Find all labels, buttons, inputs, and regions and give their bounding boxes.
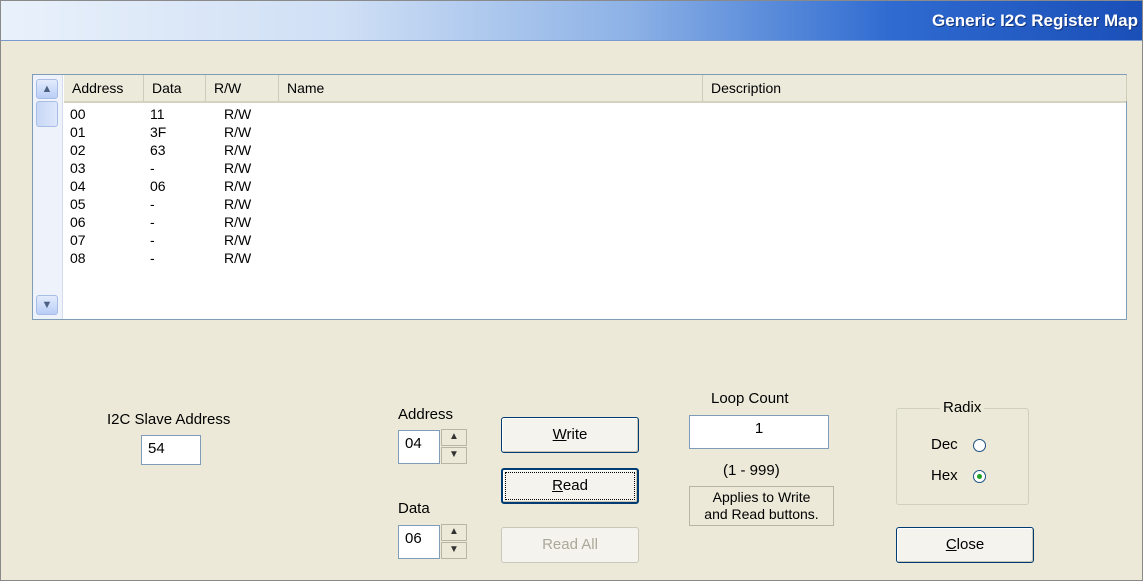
data-cell: 06 [150,178,166,194]
rw-cell: R/W [224,142,252,158]
spin-up-icon[interactable]: ▲ [441,429,467,446]
data-cell: 3F [150,124,167,140]
list-header: Address Data R/W Name Description [64,75,1127,103]
loop-count-field[interactable]: 1 [689,415,829,449]
read-button[interactable]: Read [501,468,639,504]
scroll-thumb[interactable] [36,101,58,127]
loop-note-line2: and Read buttons. [704,506,819,522]
data-cell: - [150,232,155,248]
radix-title: Radix [940,399,985,416]
address-cell: 06 [70,214,86,230]
data-cell: - [150,196,155,212]
data-field[interactable]: 06 [398,525,440,559]
radix-hex-label[interactable]: Hex [931,467,958,484]
column-header-description[interactable]: Description [703,75,1127,101]
address-label: Address [398,406,454,423]
address-cell: 04 [70,178,86,194]
loop-count-label: Loop Count [711,390,789,407]
data-cell: 63 [150,142,166,158]
rw-cell: R/W [224,106,252,122]
rw-cell: R/W [224,178,252,194]
spin-down-icon[interactable]: ▼ [441,542,467,559]
address-cell: 05 [70,196,86,212]
address-cell: 03 [70,160,86,176]
data-cell: - [150,214,155,230]
title-bar[interactable]: Generic I2C Register Map [1,1,1142,41]
data-cell: - [150,250,155,266]
column-header-rw[interactable]: R/W [206,75,279,101]
address-spinner[interactable]: ▲ ▼ [441,429,467,465]
write-button[interactable]: Write [501,417,639,453]
register-map-window: Generic I2C Register Map ▲ ▼ Address Dat… [0,0,1143,581]
spin-down-icon[interactable]: ▼ [441,447,467,464]
column-header-address[interactable]: Address [64,75,144,101]
loop-note: Applies to Write and Read buttons. [689,486,834,526]
list-scrollbar[interactable]: ▲ ▼ [33,75,63,319]
rw-cell: R/W [224,232,252,248]
slave-address-field[interactable]: 54 [141,435,201,465]
rw-cell: R/W [224,214,252,230]
read-all-button[interactable]: Read All [501,527,639,563]
window-title: Generic I2C Register Map [932,11,1138,30]
radix-hex-radio[interactable] [973,470,986,483]
spin-up-icon[interactable]: ▲ [441,524,467,541]
address-cell: 02 [70,142,86,158]
scroll-up-icon[interactable]: ▲ [36,79,58,99]
radix-dec-radio[interactable] [973,439,986,452]
data-label: Data [398,500,430,517]
address-cell: 01 [70,124,86,140]
rw-cell: R/W [224,160,252,176]
rw-cell: R/W [224,196,252,212]
address-cell: 07 [70,232,86,248]
address-cell: 08 [70,250,86,266]
column-header-name[interactable]: Name [279,75,703,101]
close-button[interactable]: Close [896,527,1034,563]
scroll-down-icon[interactable]: ▼ [36,295,58,315]
address-field[interactable]: 04 [398,430,440,464]
register-list[interactable]: ▲ ▼ Address Data R/W Name Description 00… [32,74,1127,320]
address-cell: 00 [70,106,86,122]
slave-address-label: I2C Slave Address [107,411,231,428]
radix-group: Radix Dec Hex [896,399,1029,505]
loop-range-label: (1 - 999) [723,462,780,479]
radix-dec-label[interactable]: Dec [931,436,958,453]
rw-cell: R/W [224,124,252,140]
column-header-data[interactable]: Data [144,75,206,101]
data-cell: - [150,160,155,176]
rw-cell: R/W [224,250,252,266]
loop-note-line1: Applies to Write [712,489,811,505]
data-cell: 11 [150,106,165,122]
data-spinner[interactable]: ▲ ▼ [441,524,467,560]
